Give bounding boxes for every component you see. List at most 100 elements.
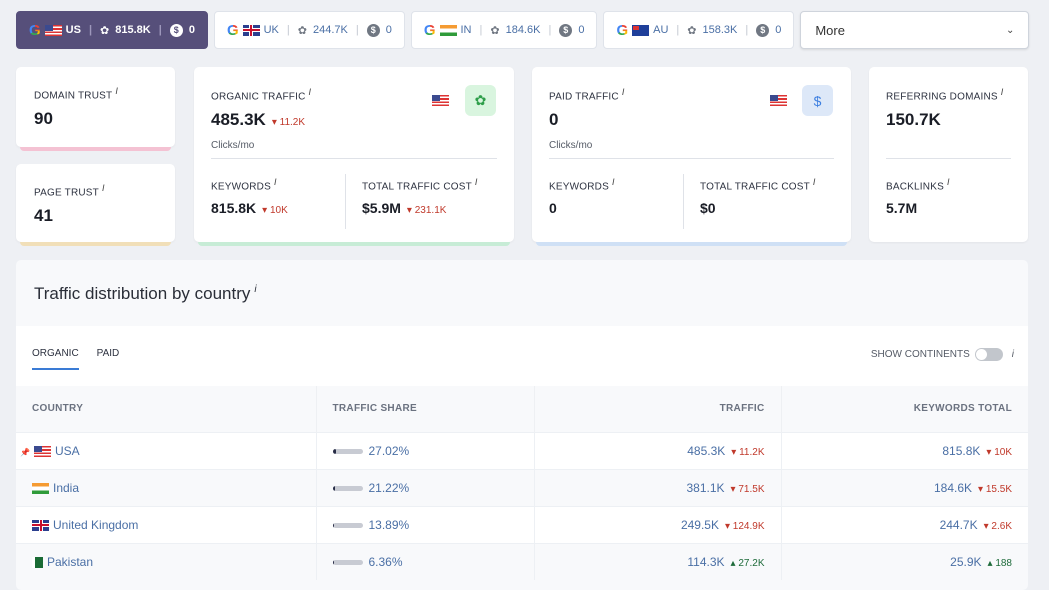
info-icon[interactable]: i: [1012, 349, 1014, 360]
traffic-share-value: 21.22%: [368, 480, 410, 495]
label-text: KEYWORDS: [549, 181, 609, 193]
traffic-share-fill: [332, 485, 336, 491]
dollar-coin-icon: $: [169, 23, 183, 37]
traffic-change: ▴ 27.2K: [730, 557, 765, 569]
traffic-share-bar: [332, 485, 363, 491]
dollar-icon: $: [802, 85, 833, 116]
traffic-cell: 485.3K ▾ 11.2K: [534, 431, 782, 469]
traffic-value[interactable]: 114.3K: [687, 555, 724, 569]
db-tab-code: US: [65, 24, 81, 36]
backlinks-label: BACKLINKS i: [886, 177, 950, 192]
traffic-distribution-panel: Traffic distribution by country i ORGANIC…: [16, 260, 1028, 590]
info-icon[interactable]: i: [274, 177, 277, 187]
paid-cost-value: $0: [700, 200, 716, 216]
referring-domains-value: 150.7K: [886, 110, 941, 129]
page-trust-accent-bar: [20, 242, 171, 246]
traffic-value[interactable]: 249.5K: [681, 518, 719, 532]
paid-accent-bar: [536, 242, 847, 246]
label-text: PAID TRAFFIC: [549, 91, 619, 103]
page-trust-label: PAGE TRUST i: [34, 183, 105, 198]
separator: |: [88, 24, 93, 36]
country-cell: Pakistan: [16, 542, 317, 580]
more-databases-select[interactable]: More ⌄: [800, 11, 1030, 49]
label-text: PAGE TRUST: [34, 187, 99, 199]
column-traffic[interactable]: TRAFFIC: [534, 386, 782, 432]
tab-paid[interactable]: PAID: [97, 348, 120, 370]
organic-cost-change: ▾ 231.1K: [406, 205, 447, 216]
organic-traffic-label: ORGANIC TRAFFIC i: [211, 87, 311, 102]
divider: [886, 158, 1011, 159]
info-icon[interactable]: i: [115, 86, 118, 96]
traffic-value[interactable]: 381.1K: [687, 481, 725, 495]
column-keywords-total[interactable]: KEYWORDS TOTAL: [781, 386, 1028, 432]
change-text: 2.6K: [991, 520, 1012, 532]
keywords-cell: 184.6K ▾ 15.5K: [781, 468, 1028, 506]
keywords-value[interactable]: 244.7K: [940, 518, 978, 532]
country-link[interactable]: USA: [55, 444, 80, 458]
paid-traffic-card: PAID TRAFFIC i 0 Clicks/mo $ KEYWORDS i 0 …: [532, 67, 851, 246]
traffic-type-tabs: ORGANIC PAID: [32, 348, 119, 370]
google-icon: G: [423, 21, 436, 39]
traffic-share-fill: [332, 448, 337, 454]
table-row: United Kingdom 13.89% 249.5K ▾ 124.9K 244.7K…: [16, 505, 1028, 543]
column-country[interactable]: COUNTRY: [16, 386, 317, 432]
paid-traffic-unit: Clicks/mo: [549, 140, 593, 151]
keywords-value[interactable]: 184.6K: [934, 481, 972, 495]
show-continents-toggle[interactable]: [974, 348, 1003, 361]
separator: |: [158, 24, 162, 36]
google-icon: G: [29, 21, 41, 39]
keywords-value[interactable]: 25.9K: [950, 555, 981, 569]
organic-traffic-change: ▾ 11.2K: [271, 117, 306, 128]
change-text: 124.9K: [732, 520, 765, 532]
db-tab-keywords: 158.3K: [702, 24, 738, 36]
australia-flag-icon: [632, 24, 650, 36]
google-icon: G: [226, 21, 239, 39]
organic-traffic-value: 485.3K ▾ 11.2K: [211, 110, 305, 130]
tab-organic[interactable]: ORGANIC: [32, 348, 79, 370]
db-tab-keywords: 184.6K: [505, 24, 541, 36]
pk-flag-icon: [32, 557, 43, 569]
label-text: DOMAIN TRUST: [34, 90, 113, 102]
info-icon[interactable]: i: [622, 87, 625, 97]
organic-keywords-value: 815.8K ▾ 10K: [211, 200, 288, 216]
info-icon[interactable]: i: [475, 177, 478, 187]
us-flag-icon: [44, 24, 62, 36]
panel-toolbar: ORGANIC PAID SHOW CONTINENTS i: [16, 326, 1028, 386]
country-link[interactable]: India: [53, 481, 79, 495]
domain-trust-label: DOMAIN TRUST i: [34, 86, 118, 101]
info-icon[interactable]: i: [947, 177, 950, 187]
change-text: 10K: [994, 446, 1012, 458]
country-link[interactable]: United Kingdom: [53, 518, 138, 532]
info-icon[interactable]: i: [612, 177, 615, 187]
pin-icon[interactable]: 📌: [20, 448, 30, 457]
divider: [683, 174, 684, 229]
info-icon[interactable]: i: [102, 183, 105, 193]
referring-domains-label: REFERRING DOMAINS i: [886, 87, 1003, 102]
india-flag-icon: [439, 24, 457, 36]
traffic-value[interactable]: 485.3K: [687, 444, 725, 458]
table-row: India 21.22% 381.1K ▾ 71.5K 184.6K ▾ 15.5K: [16, 468, 1028, 506]
country-link[interactable]: Pakistan: [47, 555, 93, 569]
db-tab-au[interactable]: G AU | ✿ 158.3K | $ 0: [603, 11, 795, 49]
column-traffic-share[interactable]: TRAFFIC SHARE: [316, 386, 535, 432]
traffic-cell: 114.3K ▴ 27.2K: [534, 542, 782, 580]
info-icon[interactable]: i: [813, 177, 816, 187]
in-flag-icon: [32, 482, 49, 494]
domain-trust-value: 90: [34, 109, 53, 128]
info-icon[interactable]: i: [308, 87, 311, 97]
info-icon[interactable]: i: [1001, 87, 1004, 97]
referring-domains-card: REFERRING DOMAINS i 150.7K BACKLINKS i 5.7…: [869, 67, 1028, 242]
info-icon[interactable]: i: [254, 284, 256, 295]
db-tab-uk[interactable]: G UK | ✿ 244.7K | $ 0: [213, 11, 405, 49]
divider: [345, 174, 346, 229]
paid-traffic-label: PAID TRAFFIC i: [549, 87, 625, 102]
leaf-icon: ✿: [100, 24, 110, 37]
keywords-value[interactable]: 815.8K: [942, 444, 980, 458]
organic-accent-bar: [198, 242, 510, 246]
chevron-down-icon: ⌄: [1005, 24, 1015, 36]
db-tab-us[interactable]: G US | ✿ 815.8K | $ 0: [16, 11, 208, 49]
db-tab-in[interactable]: G IN | ✿ 184.6K | $ 0: [410, 11, 598, 49]
uk-flag-icon: [242, 24, 260, 36]
db-tab-paid: 0: [578, 24, 585, 36]
organic-cost-value: $5.9M ▾ 231.1K: [362, 200, 446, 216]
